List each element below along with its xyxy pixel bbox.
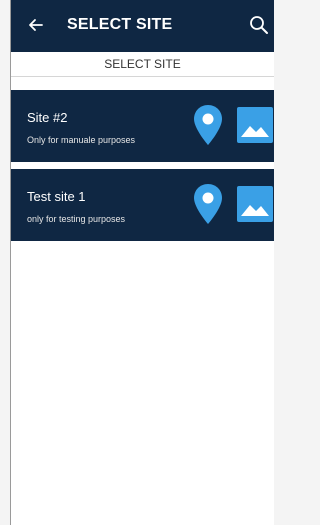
image-icon[interactable] xyxy=(237,107,273,143)
back-button[interactable] xyxy=(25,14,47,36)
site-description: Only for manuale purposes xyxy=(27,135,136,145)
page-title: SELECT SITE xyxy=(67,16,173,33)
site-name: Test site 1 xyxy=(27,189,86,204)
site-item[interactable]: Test site 1 only for testing purposes xyxy=(11,169,274,241)
image-icon[interactable] xyxy=(237,186,273,222)
arrow-left-icon xyxy=(29,19,43,31)
section-header: SELECT SITE xyxy=(11,52,274,77)
location-pin-icon[interactable] xyxy=(193,183,223,225)
site-item[interactable]: Site #2 Only for manuale purposes xyxy=(11,90,274,162)
search-button[interactable] xyxy=(246,12,272,38)
site-description: only for testing purposes xyxy=(27,214,126,224)
site-list: Site #2 Only for manuale purposes Test s… xyxy=(11,90,274,241)
app-bar: SELECT SITE xyxy=(11,0,274,52)
app-frame: SELECT SITE SELECT SITE Site #2 Only for… xyxy=(10,0,274,525)
site-name: Site #2 xyxy=(27,110,68,125)
search-icon xyxy=(250,16,268,34)
location-pin-icon[interactable] xyxy=(193,104,223,146)
